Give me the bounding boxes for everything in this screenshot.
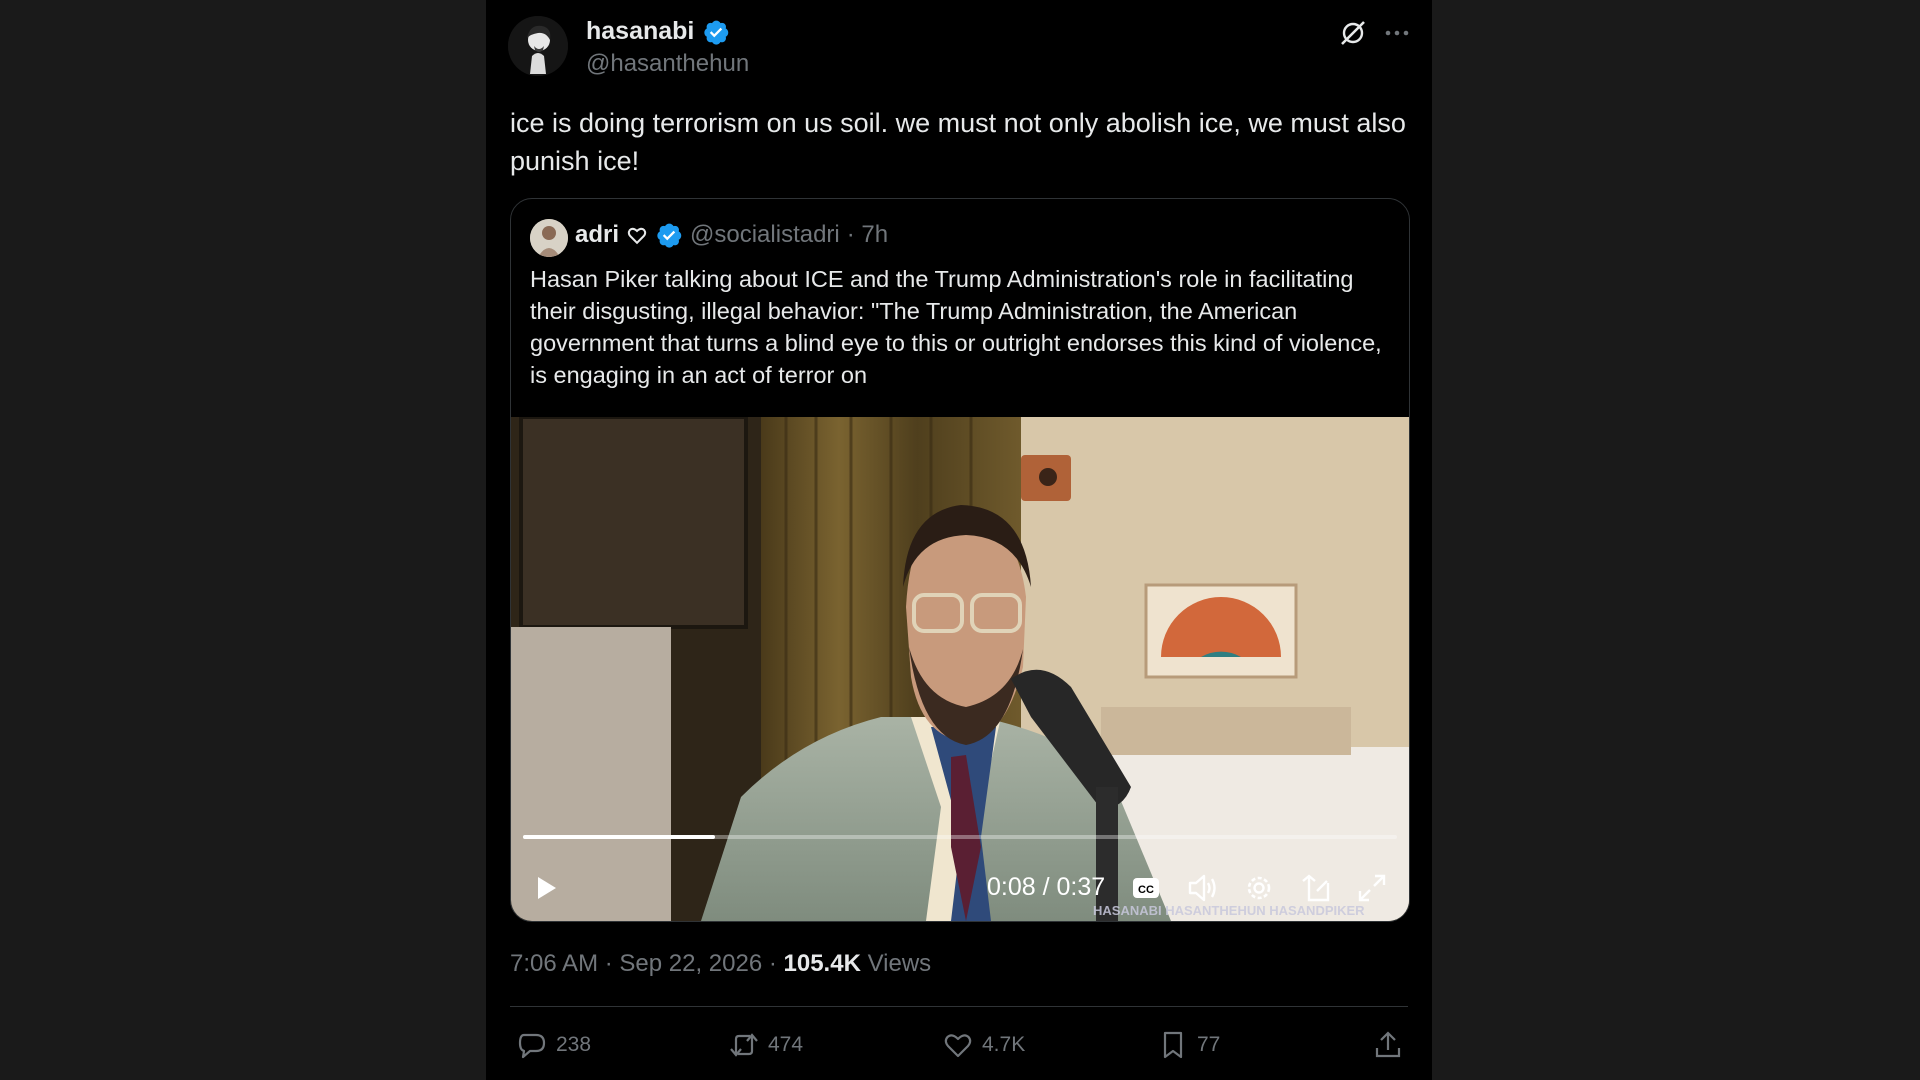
video-watermark: HASANABI HASANTHEHUN HASANDPIKER [1093, 903, 1365, 918]
share-icon [1375, 1031, 1401, 1058]
verified-icon [704, 20, 729, 45]
grok-icon[interactable] [1338, 18, 1368, 48]
verified-icon [657, 223, 682, 248]
play-icon[interactable] [531, 873, 561, 903]
views-count: 105.4K [783, 950, 861, 977]
more-icon[interactable] [1382, 18, 1412, 48]
repost-icon [730, 1033, 758, 1057]
video-progress-fill [523, 835, 716, 839]
tweet-text: ice is doing terrorism on us soil. we mu… [510, 108, 1406, 176]
tweet-timestamp[interactable]: 7:06 AM · Sep 22, 2026 · [510, 950, 784, 977]
quote-display-name[interactable]: adri [575, 221, 619, 249]
quote-text: Hasan Piker talking about ICE and the Tr… [530, 266, 1382, 388]
like-count: 4.7K [982, 1033, 1026, 1056]
quote-handle[interactable]: @socialistadri [690, 221, 840, 249]
right-backdrop [1432, 0, 1920, 1080]
author-avatar[interactable] [508, 16, 568, 76]
like-button[interactable]: 4.7K [942, 1028, 1025, 1062]
reply-icon [518, 1033, 546, 1059]
video-frame [511, 417, 1409, 921]
tweet-column: hasanabi @hasanthehun ice is doing terro… [486, 0, 1432, 1080]
repost-button[interactable]: 474 [728, 1028, 803, 1062]
pip-icon[interactable] [1299, 871, 1333, 905]
reply-count: 238 [556, 1033, 592, 1056]
heart-emoji-icon [627, 227, 647, 245]
fullscreen-icon[interactable] [1355, 871, 1389, 905]
video-time: 0:08 / 0:37 [987, 873, 1106, 901]
author-handle[interactable]: @hasanthehun [586, 50, 749, 78]
left-backdrop [0, 0, 486, 1080]
bookmark-count: 77 [1197, 1033, 1221, 1056]
quote-avatar[interactable] [530, 219, 568, 257]
bookmark-button[interactable]: 77 [1157, 1028, 1220, 1062]
reply-button[interactable]: 238 [516, 1028, 591, 1062]
divider [510, 1006, 1408, 1007]
quoted-tweet[interactable]: adri @socialistadri · 7h Hasan Piker tal… [510, 198, 1410, 922]
quote-age[interactable]: · 7h [847, 221, 888, 249]
video-player[interactable]: 0:08 / 0:37 CC HASANABI HASANTHEHUN HASA… [511, 417, 1409, 921]
author-name[interactable]: hasanabi [586, 17, 730, 46]
settings-icon[interactable] [1242, 871, 1276, 905]
video-progress-bar[interactable] [523, 835, 1397, 839]
svg-text:CC: CC [1138, 884, 1154, 896]
like-icon [944, 1034, 972, 1058]
bookmark-icon [1163, 1031, 1183, 1059]
captions-icon[interactable]: CC [1129, 871, 1163, 905]
share-button[interactable] [1372, 1028, 1404, 1062]
quote-header: adri @socialistadri · 7h [575, 221, 888, 249]
views-label: Views [860, 950, 932, 977]
author-display-name[interactable]: hasanabi [586, 17, 694, 46]
volume-icon[interactable] [1185, 871, 1219, 905]
tweet-meta: 7:06 AM · Sep 22, 2026 · 105.4K Views [510, 950, 931, 978]
repost-count: 474 [768, 1033, 804, 1056]
